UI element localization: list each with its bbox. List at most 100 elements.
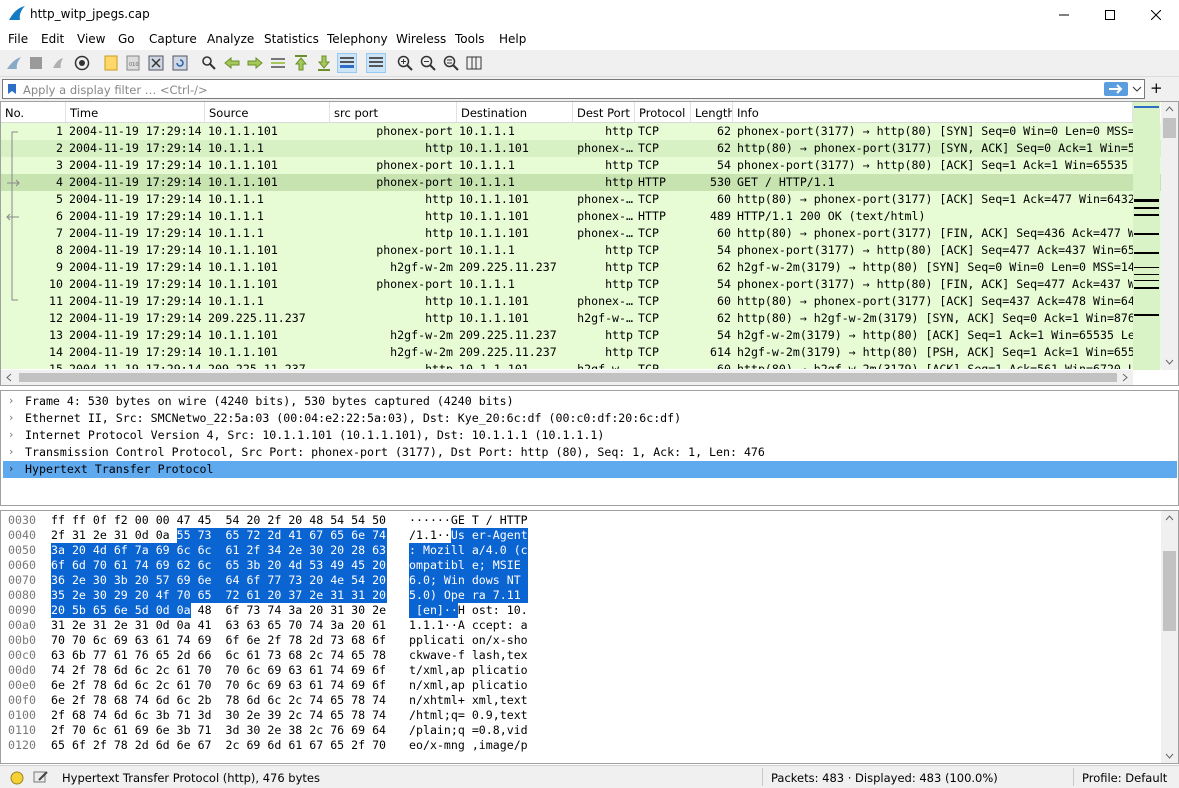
packet-row[interactable]: 1 2004-11-19 17:29:14 10.1.1.101 phonex-por… bbox=[1, 123, 1161, 140]
minimize-button[interactable] bbox=[1041, 0, 1087, 29]
ascii-bytes[interactable]: 1.1.1··A ccept: a bbox=[409, 618, 528, 632]
chevron-up-icon[interactable] bbox=[1165, 106, 1174, 112]
packet-row[interactable]: 2 2004-11-19 17:29:14 10.1.1.1 http 10.1.1.1… bbox=[1, 140, 1161, 157]
restart-capture-icon[interactable] bbox=[48, 53, 68, 73]
hex-bytes[interactable]: 2f 68 74 6d 6c 3b 71 3d 30 2e 39 2c 74 6… bbox=[51, 708, 386, 722]
packet-row[interactable]: 3 2004-11-19 17:29:14 10.1.1.101 phonex-por… bbox=[1, 157, 1161, 174]
auto-scroll-icon[interactable] bbox=[337, 53, 357, 73]
column-header-src-port[interactable]: src port bbox=[330, 102, 457, 123]
chevron-right-icon[interactable] bbox=[1122, 373, 1128, 382]
packet-row[interactable]: 7 2004-11-19 17:29:14 10.1.1.1 http 10.1.1.1… bbox=[1, 225, 1161, 242]
hex-bytes[interactable]: 2f 31 2e 31 0d 0a 55 73 65 72 2d 41 67 6… bbox=[51, 528, 386, 542]
menu-capture[interactable]: Capture bbox=[149, 32, 197, 46]
go-forward-icon[interactable] bbox=[245, 53, 265, 73]
detail-frame[interactable]: › Frame 4: 530 bytes on wire (4240 bits),… bbox=[3, 393, 1177, 410]
stop-capture-icon[interactable] bbox=[26, 53, 46, 73]
packet-list-vscrollbar[interactable] bbox=[1161, 102, 1178, 370]
add-filter-button[interactable]: + bbox=[1150, 79, 1163, 97]
hex-bytes[interactable]: 35 2e 30 29 20 4f 70 65 72 61 20 37 2e 3… bbox=[51, 588, 386, 602]
detail-ethernet[interactable]: › Ethernet II, Src: SMCNetwo_22:5a:03 (00… bbox=[3, 410, 1177, 427]
detail-http[interactable]: › Hypertext Transfer Protocol bbox=[3, 461, 1177, 478]
packet-row[interactable]: 11 2004-11-19 17:29:14 10.1.1.1 http 10.1.1.… bbox=[1, 293, 1161, 310]
column-header-protocol[interactable]: Protocol bbox=[635, 102, 691, 123]
hex-bytes[interactable]: ff ff 0f f2 00 00 47 45 54 20 2f 20 48 5… bbox=[51, 513, 386, 527]
hex-dump[interactable]: 0030 ff ff 0f f2 00 00 47 45 54 20 2f 20 … bbox=[1, 513, 1161, 761]
detail-ip[interactable]: › Internet Protocol Version 4, Src: 10.1.… bbox=[3, 427, 1177, 444]
ascii-bytes[interactable]: /plain;q =0.8,vid bbox=[409, 723, 528, 737]
menu-telephony[interactable]: Telephony bbox=[327, 32, 388, 46]
menu-help[interactable]: Help bbox=[499, 32, 526, 46]
column-header-dest-port[interactable]: Dest Port bbox=[573, 102, 635, 123]
menu-edit[interactable]: Edit bbox=[41, 32, 64, 46]
expand-arrow-icon[interactable]: › bbox=[9, 411, 13, 424]
menu-file[interactable]: File bbox=[8, 32, 28, 46]
packet-row[interactable]: 12 2004-11-19 17:29:14 209.225.11.237 http 1… bbox=[1, 310, 1161, 327]
hex-bytes[interactable]: 6f 6d 70 61 74 69 62 6c 65 3b 20 4d 53 4… bbox=[51, 558, 386, 572]
hex-bytes[interactable]: 36 2e 30 3b 20 57 69 6e 64 6f 77 73 20 4… bbox=[51, 573, 386, 587]
packet-row[interactable]: 14 2004-11-19 17:29:14 10.1.1.101 h2gf-w-2m… bbox=[1, 344, 1161, 361]
apply-filter-button[interactable] bbox=[1104, 82, 1128, 96]
bytes-scroll-thumb[interactable] bbox=[1163, 551, 1176, 631]
detail-tcp[interactable]: › Transmission Control Protocol, Src Port… bbox=[3, 444, 1177, 461]
hex-bytes[interactable]: 70 70 6c 69 63 61 74 69 6f 6e 2f 78 2d 7… bbox=[51, 633, 386, 647]
chevron-down-icon[interactable] bbox=[1132, 85, 1142, 93]
colorize-icon[interactable] bbox=[366, 53, 386, 73]
packet-row[interactable]: 5 2004-11-19 17:29:14 10.1.1.1 http 10.1.1.1… bbox=[1, 191, 1161, 208]
comment-icon[interactable] bbox=[33, 770, 49, 784]
menu-go[interactable]: Go bbox=[118, 32, 135, 46]
column-header-no[interactable]: No. bbox=[1, 102, 66, 123]
packet-row[interactable]: 9 2004-11-19 17:29:14 10.1.1.101 h2gf-w-2m 2… bbox=[1, 259, 1161, 276]
close-button[interactable] bbox=[1133, 0, 1179, 29]
expand-arrow-icon[interactable]: › bbox=[9, 394, 13, 407]
ascii-bytes[interactable]: eo/x-mng ,image/p bbox=[409, 738, 528, 752]
chevron-down-icon[interactable] bbox=[1165, 359, 1174, 365]
ascii-bytes[interactable]: ckwave-f lash,tex bbox=[409, 648, 528, 662]
go-first-icon[interactable] bbox=[291, 53, 311, 73]
display-filter-input[interactable]: Apply a display filter … <Ctrl-/> bbox=[2, 79, 1145, 99]
chevron-down-icon[interactable] bbox=[1165, 753, 1174, 759]
packet-row[interactable]: 8 2004-11-19 17:29:14 10.1.1.101 phonex-por… bbox=[1, 242, 1161, 259]
packet-row[interactable]: 6 2004-11-19 17:29:14 10.1.1.1 http 10.1.1.1… bbox=[1, 208, 1161, 225]
capture-options-icon[interactable] bbox=[72, 53, 92, 73]
packet-row[interactable]: 15 2004-11-19 17:29:14 209.225.11.237 http 1… bbox=[1, 361, 1161, 369]
go-to-packet-icon[interactable] bbox=[268, 53, 288, 73]
go-back-icon[interactable] bbox=[222, 53, 242, 73]
save-file-icon[interactable]: 010 bbox=[123, 53, 143, 73]
close-file-icon[interactable] bbox=[146, 53, 166, 73]
ascii-bytes[interactable]: : Mozill a/4.0 (c bbox=[409, 543, 528, 557]
column-header-info[interactable]: Info bbox=[733, 102, 1133, 123]
maximize-button[interactable] bbox=[1087, 0, 1133, 29]
hex-bytes[interactable]: 6e 2f 78 6d 6c 2c 61 70 70 6c 69 63 61 7… bbox=[51, 678, 386, 692]
ascii-bytes[interactable]: n/xhtml+ xml,text bbox=[409, 693, 528, 707]
ascii-bytes[interactable]: ompatibl e; MSIE bbox=[409, 558, 528, 572]
menu-statistics[interactable]: Statistics bbox=[264, 32, 319, 46]
status-profile[interactable]: Profile: Default bbox=[1082, 771, 1167, 785]
chevron-up-icon[interactable] bbox=[1165, 515, 1174, 521]
ascii-bytes[interactable]: t/xml,ap plicatio bbox=[409, 663, 528, 677]
zoom-in-icon[interactable] bbox=[395, 53, 415, 73]
ascii-bytes[interactable]: pplicati on/x-sho bbox=[409, 633, 528, 647]
menu-view[interactable]: View bbox=[77, 32, 105, 46]
ascii-bytes[interactable]: /html;q= 0.9,text bbox=[409, 708, 528, 722]
resize-columns-icon[interactable] bbox=[464, 53, 484, 73]
ascii-bytes[interactable]: 6.0; Win dows NT bbox=[409, 573, 528, 587]
hex-bytes[interactable]: 31 2e 31 2e 31 0d 0a 41 63 63 65 70 74 3… bbox=[51, 618, 386, 632]
column-header-source[interactable]: Source bbox=[205, 102, 330, 123]
expert-info-icon[interactable] bbox=[10, 771, 24, 785]
hex-bytes[interactable]: 74 2f 78 6d 6c 2c 61 70 70 6c 69 63 61 7… bbox=[51, 663, 386, 677]
chevron-left-icon[interactable] bbox=[6, 373, 12, 382]
packet-list-hscrollbar[interactable] bbox=[1, 370, 1133, 385]
bookmark-icon[interactable] bbox=[7, 83, 17, 95]
menu-tools[interactable]: Tools bbox=[455, 32, 485, 46]
find-packet-icon[interactable] bbox=[199, 53, 219, 73]
open-file-icon[interactable] bbox=[101, 53, 121, 73]
menu-analyze[interactable]: Analyze bbox=[207, 32, 254, 46]
hex-bytes[interactable]: 20 5b 65 6e 5d 0d 0a 48 6f 73 74 3a 20 3… bbox=[51, 603, 386, 617]
ascii-bytes[interactable]: ······GE T / HTTP bbox=[409, 513, 528, 527]
hex-bytes[interactable]: 6e 2f 78 68 74 6d 6c 2b 78 6d 6c 2c 74 6… bbox=[51, 693, 386, 707]
hex-bytes[interactable]: 65 6f 2f 78 2d 6d 6e 67 2c 69 6d 61 67 6… bbox=[51, 738, 386, 752]
packet-row[interactable]: 13 2004-11-19 17:29:14 10.1.1.101 h2gf-w-2m… bbox=[1, 327, 1161, 344]
packet-list-scroll-thumb[interactable] bbox=[1163, 118, 1176, 138]
column-header-length[interactable]: Length bbox=[691, 102, 733, 123]
reload-file-icon[interactable] bbox=[170, 53, 190, 73]
